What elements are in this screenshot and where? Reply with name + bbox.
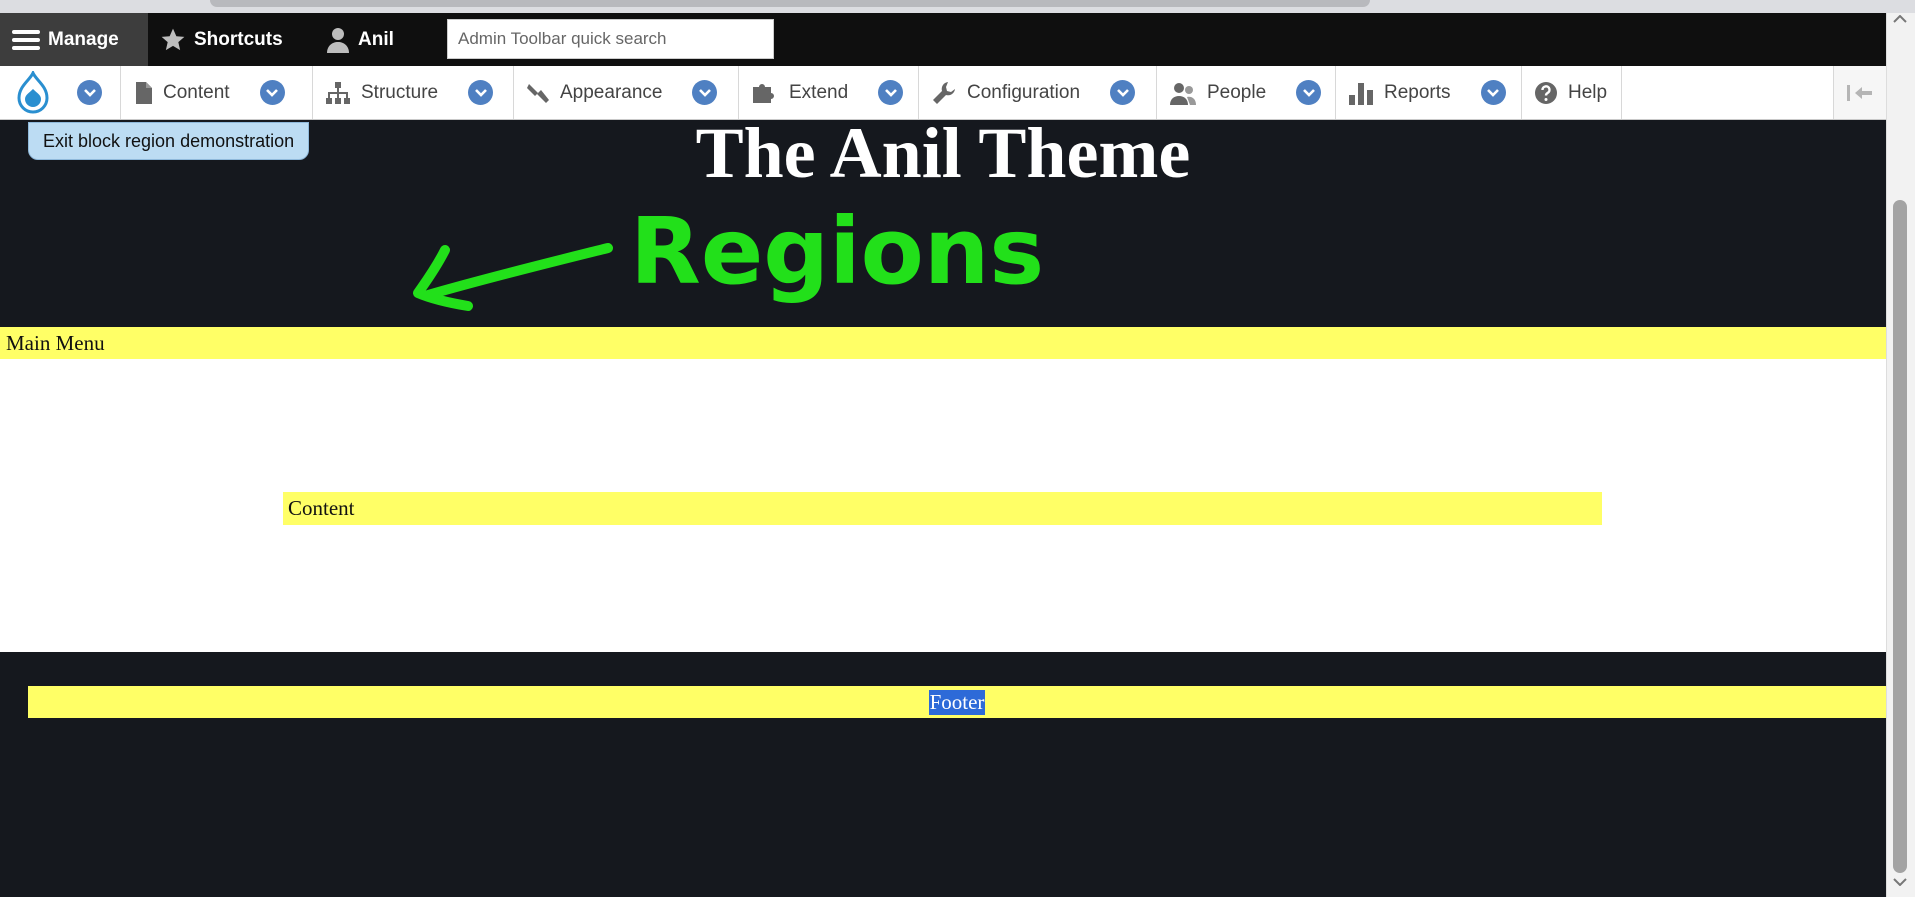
structure-chevron-icon[interactable] bbox=[468, 80, 494, 105]
puzzle-icon bbox=[753, 83, 774, 103]
bar-chart-icon bbox=[1349, 82, 1373, 105]
scrollbar-thumb[interactable] bbox=[1893, 200, 1907, 873]
admin-quick-search[interactable] bbox=[447, 19, 774, 59]
tray-item-label: Help bbox=[1568, 81, 1608, 103]
tray-item-label: Extend bbox=[789, 81, 849, 103]
people-chevron-icon[interactable] bbox=[1296, 80, 1322, 105]
configuration-chevron-icon[interactable] bbox=[1110, 80, 1136, 105]
shortcuts-button[interactable]: Shortcuts bbox=[160, 13, 283, 66]
user-label: Anil bbox=[358, 28, 394, 50]
scroll-up-arrow-icon[interactable] bbox=[1893, 15, 1907, 23]
tray-item-label: Appearance bbox=[560, 81, 663, 103]
shortcuts-label: Shortcuts bbox=[194, 28, 283, 50]
region-main-menu: Main Menu bbox=[0, 327, 1886, 359]
hamburger-icon bbox=[12, 29, 40, 50]
scroll-down-arrow-icon[interactable] bbox=[1893, 878, 1907, 886]
search-input[interactable] bbox=[458, 29, 763, 49]
star-icon bbox=[161, 28, 185, 50]
region-content: Content bbox=[283, 492, 1602, 525]
manage-label: Manage bbox=[48, 28, 119, 50]
drupal-logo-icon bbox=[17, 70, 49, 113]
admin-toolbar: Manage Shortcuts Anil bbox=[0, 13, 1886, 66]
regions-annotation: Regions bbox=[413, 205, 1044, 311]
region-footer: Footer bbox=[28, 686, 1886, 718]
tray-item-label: Configuration bbox=[967, 81, 1081, 103]
file-icon bbox=[136, 81, 152, 104]
tray-item-label: Reports bbox=[1384, 81, 1451, 103]
extend-chevron-icon[interactable] bbox=[878, 80, 904, 105]
paintbrush-icon bbox=[527, 83, 549, 103]
tray-item-label: Structure bbox=[361, 81, 439, 103]
help-icon bbox=[1535, 81, 1557, 104]
manage-button[interactable]: Manage bbox=[0, 13, 148, 66]
browser-tab-strip bbox=[210, 0, 1370, 7]
drupal-home-chevron-icon[interactable] bbox=[77, 80, 102, 105]
browser-chrome bbox=[0, 0, 1915, 13]
sitemap-icon bbox=[326, 81, 350, 104]
region-footer-label: Footer bbox=[928, 689, 986, 715]
content-chevron-icon[interactable] bbox=[259, 80, 285, 105]
wrench-icon bbox=[933, 81, 955, 104]
tray-item-label: Content bbox=[163, 81, 230, 103]
user-icon bbox=[327, 27, 349, 53]
exit-block-region-demo-button[interactable]: Exit block region demonstration bbox=[28, 122, 310, 160]
user-button[interactable]: Anil bbox=[326, 13, 394, 66]
people-icon bbox=[1170, 82, 1196, 105]
tray-item-label: People bbox=[1207, 81, 1267, 103]
collapse-left-icon bbox=[1847, 84, 1872, 101]
annotation-text: Regions bbox=[630, 205, 1044, 305]
reports-chevron-icon[interactable] bbox=[1480, 80, 1506, 105]
appearance-chevron-icon[interactable] bbox=[692, 80, 718, 105]
